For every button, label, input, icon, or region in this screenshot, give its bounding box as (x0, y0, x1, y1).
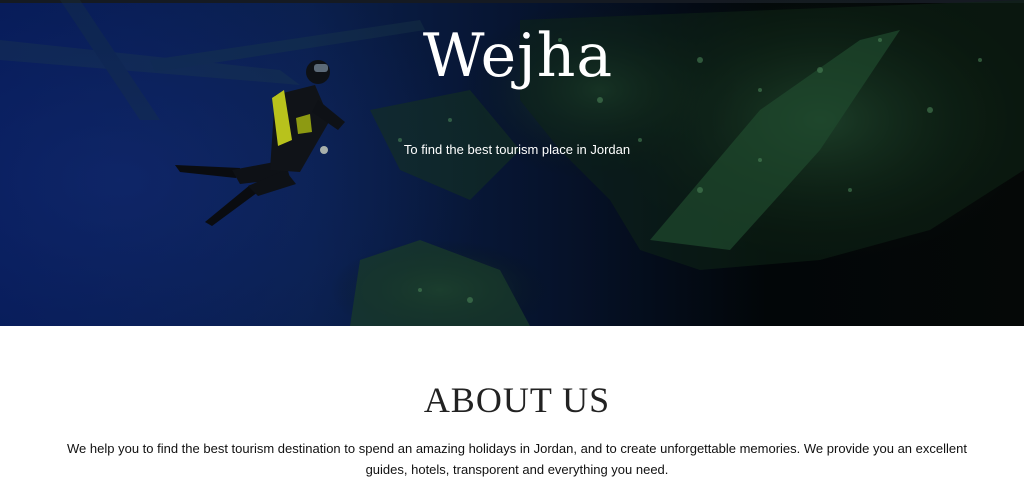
site-title: Wejha (422, 21, 614, 91)
about-description: We help you to find the best tourism des… (67, 441, 967, 477)
hero-banner: Wejha To find the best tourism place in … (0, 0, 1024, 326)
about-heading: ABOUT US (423, 380, 611, 420)
page: Wejha To find the best tourism place in … (0, 0, 1024, 490)
site-tagline: To find the best tourism place in Jordan (403, 142, 631, 157)
about-section: ABOUT US We help you to find the best to… (0, 326, 1024, 490)
